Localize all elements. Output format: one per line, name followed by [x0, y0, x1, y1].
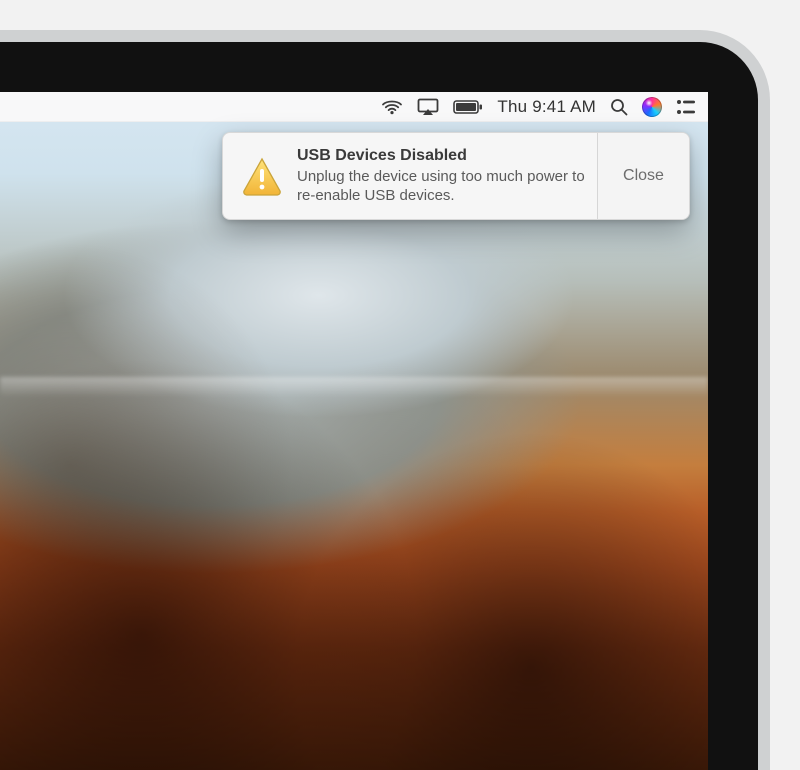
device-bezel-inner: Thu 9:41 AM [0, 42, 758, 770]
menu-bar: Thu 9:41 AM [0, 92, 708, 122]
airplay-icon[interactable] [417, 92, 439, 121]
notification-text: USB Devices Disabled Unplug the device u… [297, 147, 587, 205]
wifi-icon[interactable] [381, 92, 403, 121]
notification-content: USB Devices Disabled Unplug the device u… [223, 133, 597, 219]
search-icon[interactable] [610, 92, 628, 121]
notification-title: USB Devices Disabled [297, 147, 587, 165]
notification-center-icon[interactable] [676, 92, 696, 121]
device-bezel-outer: Thu 9:41 AM [0, 30, 770, 770]
screen: Thu 9:41 AM [0, 92, 708, 770]
warning-icon [241, 155, 283, 197]
siri-icon[interactable] [642, 92, 662, 121]
battery-icon[interactable] [453, 92, 483, 121]
close-button-label: Close [623, 167, 664, 185]
notification-body: Unplug the device using too much power t… [297, 167, 587, 205]
close-button[interactable]: Close [597, 133, 689, 219]
notification-banner: USB Devices Disabled Unplug the device u… [222, 132, 690, 220]
menu-bar-clock[interactable]: Thu 9:41 AM [497, 92, 596, 121]
